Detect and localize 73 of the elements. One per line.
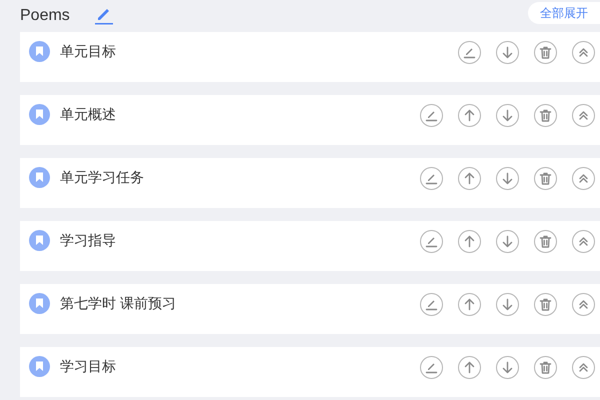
edit-button[interactable]	[458, 41, 481, 64]
move-down-button[interactable]	[496, 230, 519, 253]
collapse-button[interactable]	[572, 230, 595, 253]
collapse-button[interactable]	[572, 104, 595, 127]
delete-button[interactable]	[534, 41, 557, 64]
delete-button[interactable]	[534, 356, 557, 379]
bookmark-icon	[29, 167, 50, 188]
bookmark-icon	[29, 230, 50, 251]
double-chevron-up-icon	[577, 298, 590, 311]
bookmark-icon	[29, 41, 50, 62]
double-chevron-up-icon	[577, 46, 590, 59]
arrow-down-icon	[501, 109, 514, 122]
arrow-down-icon	[501, 172, 514, 185]
delete-button[interactable]	[534, 230, 557, 253]
trash-icon	[539, 361, 552, 374]
move-down-button[interactable]	[496, 104, 519, 127]
double-chevron-up-icon	[577, 361, 590, 374]
double-chevron-up-icon	[577, 172, 590, 185]
pencil-icon	[425, 298, 438, 311]
collapse-button[interactable]	[572, 41, 595, 64]
trash-icon	[539, 298, 552, 311]
delete-button[interactable]	[534, 293, 557, 316]
pencil-icon	[425, 235, 438, 248]
arrow-up-icon	[463, 298, 476, 311]
move-up-button[interactable]	[458, 293, 481, 316]
page-title: Poems	[20, 6, 70, 26]
move-up-button[interactable]	[458, 230, 481, 253]
trash-icon	[539, 109, 552, 122]
section-title: 单元学习任务	[60, 168, 144, 187]
edit-button[interactable]	[420, 293, 443, 316]
pencil-icon	[425, 109, 438, 122]
move-up-button[interactable]	[458, 167, 481, 190]
section-title: 学习指导	[60, 231, 116, 250]
collapse-button[interactable]	[572, 167, 595, 190]
pencil-icon	[425, 172, 438, 185]
section-title: 单元概述	[60, 105, 116, 124]
section-title: 第七学时 课前预习	[60, 294, 176, 313]
arrow-down-icon	[501, 298, 514, 311]
arrow-down-icon	[501, 235, 514, 248]
trash-icon	[539, 46, 552, 59]
delete-button[interactable]	[534, 167, 557, 190]
edit-button[interactable]	[420, 104, 443, 127]
collapse-button[interactable]	[572, 293, 595, 316]
move-down-button[interactable]	[496, 356, 519, 379]
arrow-down-icon	[501, 361, 514, 374]
move-down-button[interactable]	[496, 41, 519, 64]
pencil-icon	[463, 46, 476, 59]
double-chevron-up-icon	[577, 235, 590, 248]
bookmark-icon	[29, 104, 50, 125]
pencil-icon	[425, 361, 438, 374]
trash-icon	[539, 172, 552, 185]
trash-icon	[539, 235, 552, 248]
bookmark-icon	[29, 356, 50, 377]
double-chevron-up-icon	[577, 109, 590, 122]
collapse-button[interactable]	[572, 356, 595, 379]
arrow-up-icon	[463, 361, 476, 374]
arrow-up-icon	[463, 109, 476, 122]
edit-button[interactable]	[420, 230, 443, 253]
edit-icon[interactable]	[94, 6, 114, 26]
expand-all-button[interactable]: 全部展开	[528, 2, 600, 24]
section-title: 学习目标	[60, 357, 116, 376]
move-down-button[interactable]	[496, 293, 519, 316]
arrow-down-icon	[501, 46, 514, 59]
move-up-button[interactable]	[458, 356, 481, 379]
arrow-up-icon	[463, 172, 476, 185]
move-down-button[interactable]	[496, 167, 519, 190]
move-up-button[interactable]	[458, 104, 481, 127]
arrow-up-icon	[463, 235, 476, 248]
delete-button[interactable]	[534, 104, 557, 127]
edit-button[interactable]	[420, 356, 443, 379]
section-title: 单元目标	[60, 42, 116, 61]
bookmark-icon	[29, 293, 50, 314]
edit-button[interactable]	[420, 167, 443, 190]
